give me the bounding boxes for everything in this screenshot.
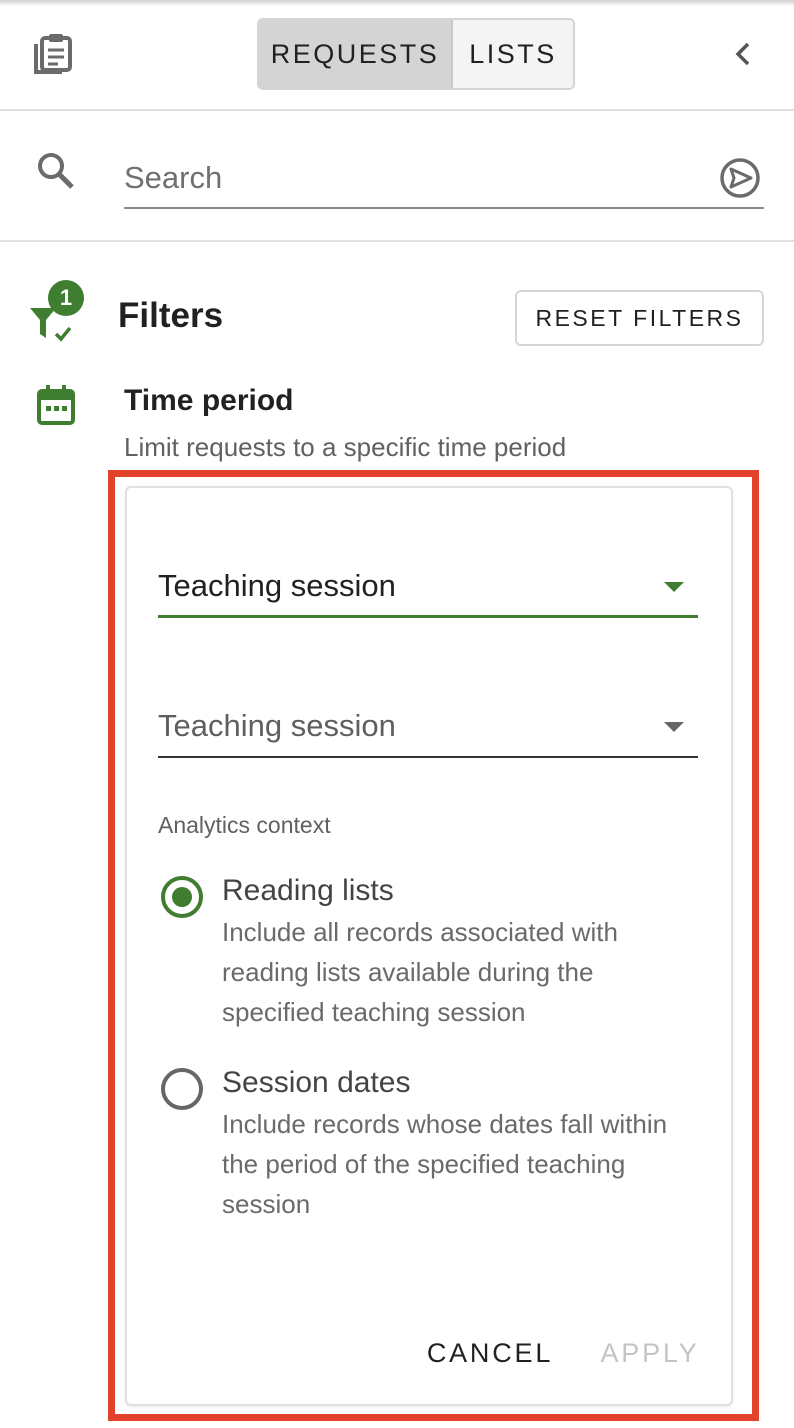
analytics-context-label: Analytics context [158, 812, 331, 838]
search-icon [38, 153, 74, 189]
apply-button: APPLY [600, 1337, 700, 1368]
reset-filters-button[interactable]: RESET FILTERS [515, 290, 764, 346]
chevron-left-icon[interactable] [730, 38, 758, 70]
time-period-heading: Time period [124, 384, 294, 417]
session-dates-label: Session dates [222, 1066, 411, 1099]
time-period-description: Limit requests to a specific time period [124, 432, 567, 462]
select-value: Teaching session [158, 568, 396, 603]
filter-count-badge: 1 [48, 280, 84, 316]
tab-lists[interactable]: LISTS [453, 20, 573, 88]
dropdown-arrow-icon [664, 722, 684, 732]
teaching-session-select-secondary[interactable]: Teaching session [158, 698, 698, 758]
reading-lists-radio[interactable] [161, 876, 203, 918]
search-input[interactable] [124, 149, 764, 209]
filter-status: 1 [28, 280, 88, 342]
cancel-button[interactable]: CANCEL [424, 1330, 556, 1376]
reading-lists-label: Reading lists [222, 874, 394, 907]
reading-lists-description: Include all records associated with read… [222, 917, 618, 1027]
teaching-session-select[interactable]: Teaching session [158, 558, 698, 618]
session-dates-radio[interactable] [161, 1068, 203, 1110]
top-bar: REQUESTS LISTS [0, 0, 794, 111]
tab-requests[interactable]: REQUESTS [259, 20, 453, 88]
search-bar [0, 111, 794, 242]
send-icon[interactable] [718, 156, 762, 200]
top-shadow [0, 0, 794, 6]
dropdown-arrow-icon [664, 582, 684, 592]
calendar-icon [37, 385, 75, 425]
filters-heading: Filters [118, 296, 224, 335]
session-dates-description: Include records whose dates fall within … [222, 1109, 668, 1219]
clipboard-icon[interactable] [30, 32, 74, 78]
select-placeholder: Teaching session [158, 708, 396, 743]
view-toggle: REQUESTS LISTS [257, 18, 575, 90]
